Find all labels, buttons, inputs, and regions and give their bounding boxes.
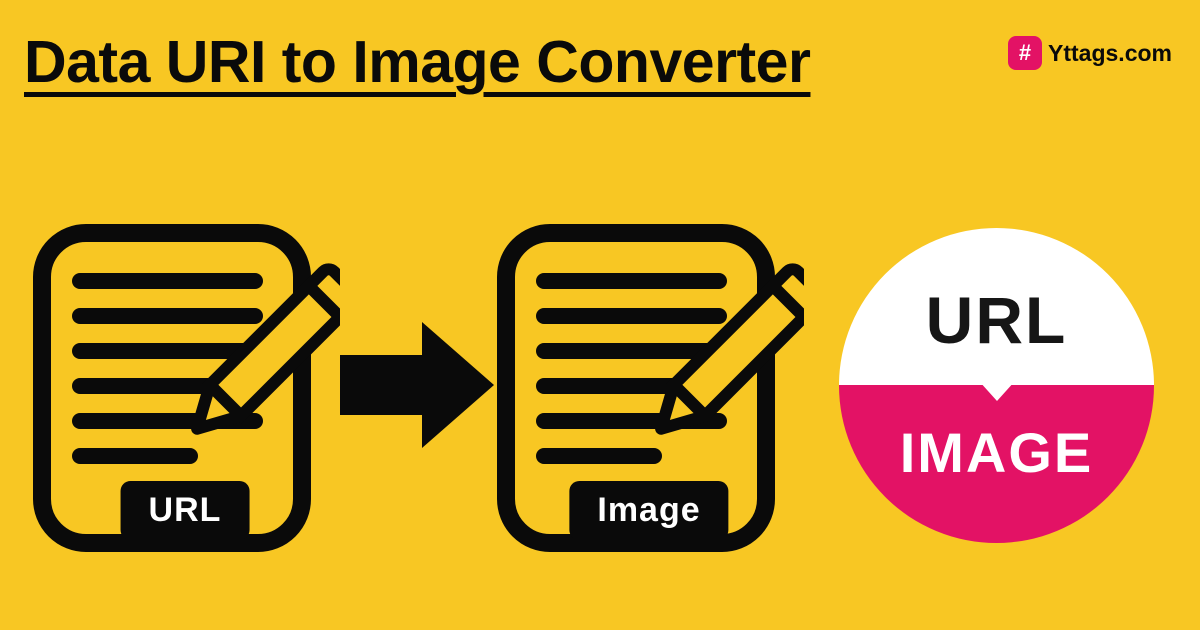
badge-top-label: URL [926, 282, 1068, 358]
source-document-card: URL [30, 213, 340, 558]
conversion-diagram: URL Image URL IMAGE [30, 185, 1170, 585]
target-document-card: Image [494, 213, 804, 558]
badge-bottom-half: IMAGE [839, 385, 1154, 543]
page-title: Data URI to Image Converter [24, 28, 810, 96]
brand-logo: # Yttags.com [1008, 36, 1172, 70]
badge-notch-icon [979, 381, 1015, 401]
url-image-badge: URL IMAGE [839, 228, 1154, 543]
brand-text: Yttags.com [1048, 40, 1172, 67]
badge-bottom-label: IMAGE [900, 420, 1094, 485]
hash-icon: # [1008, 36, 1042, 70]
arrow-icon [332, 310, 502, 460]
badge-top-half: URL [839, 228, 1154, 386]
target-badge: Image [569, 481, 728, 540]
source-badge: URL [121, 481, 250, 540]
